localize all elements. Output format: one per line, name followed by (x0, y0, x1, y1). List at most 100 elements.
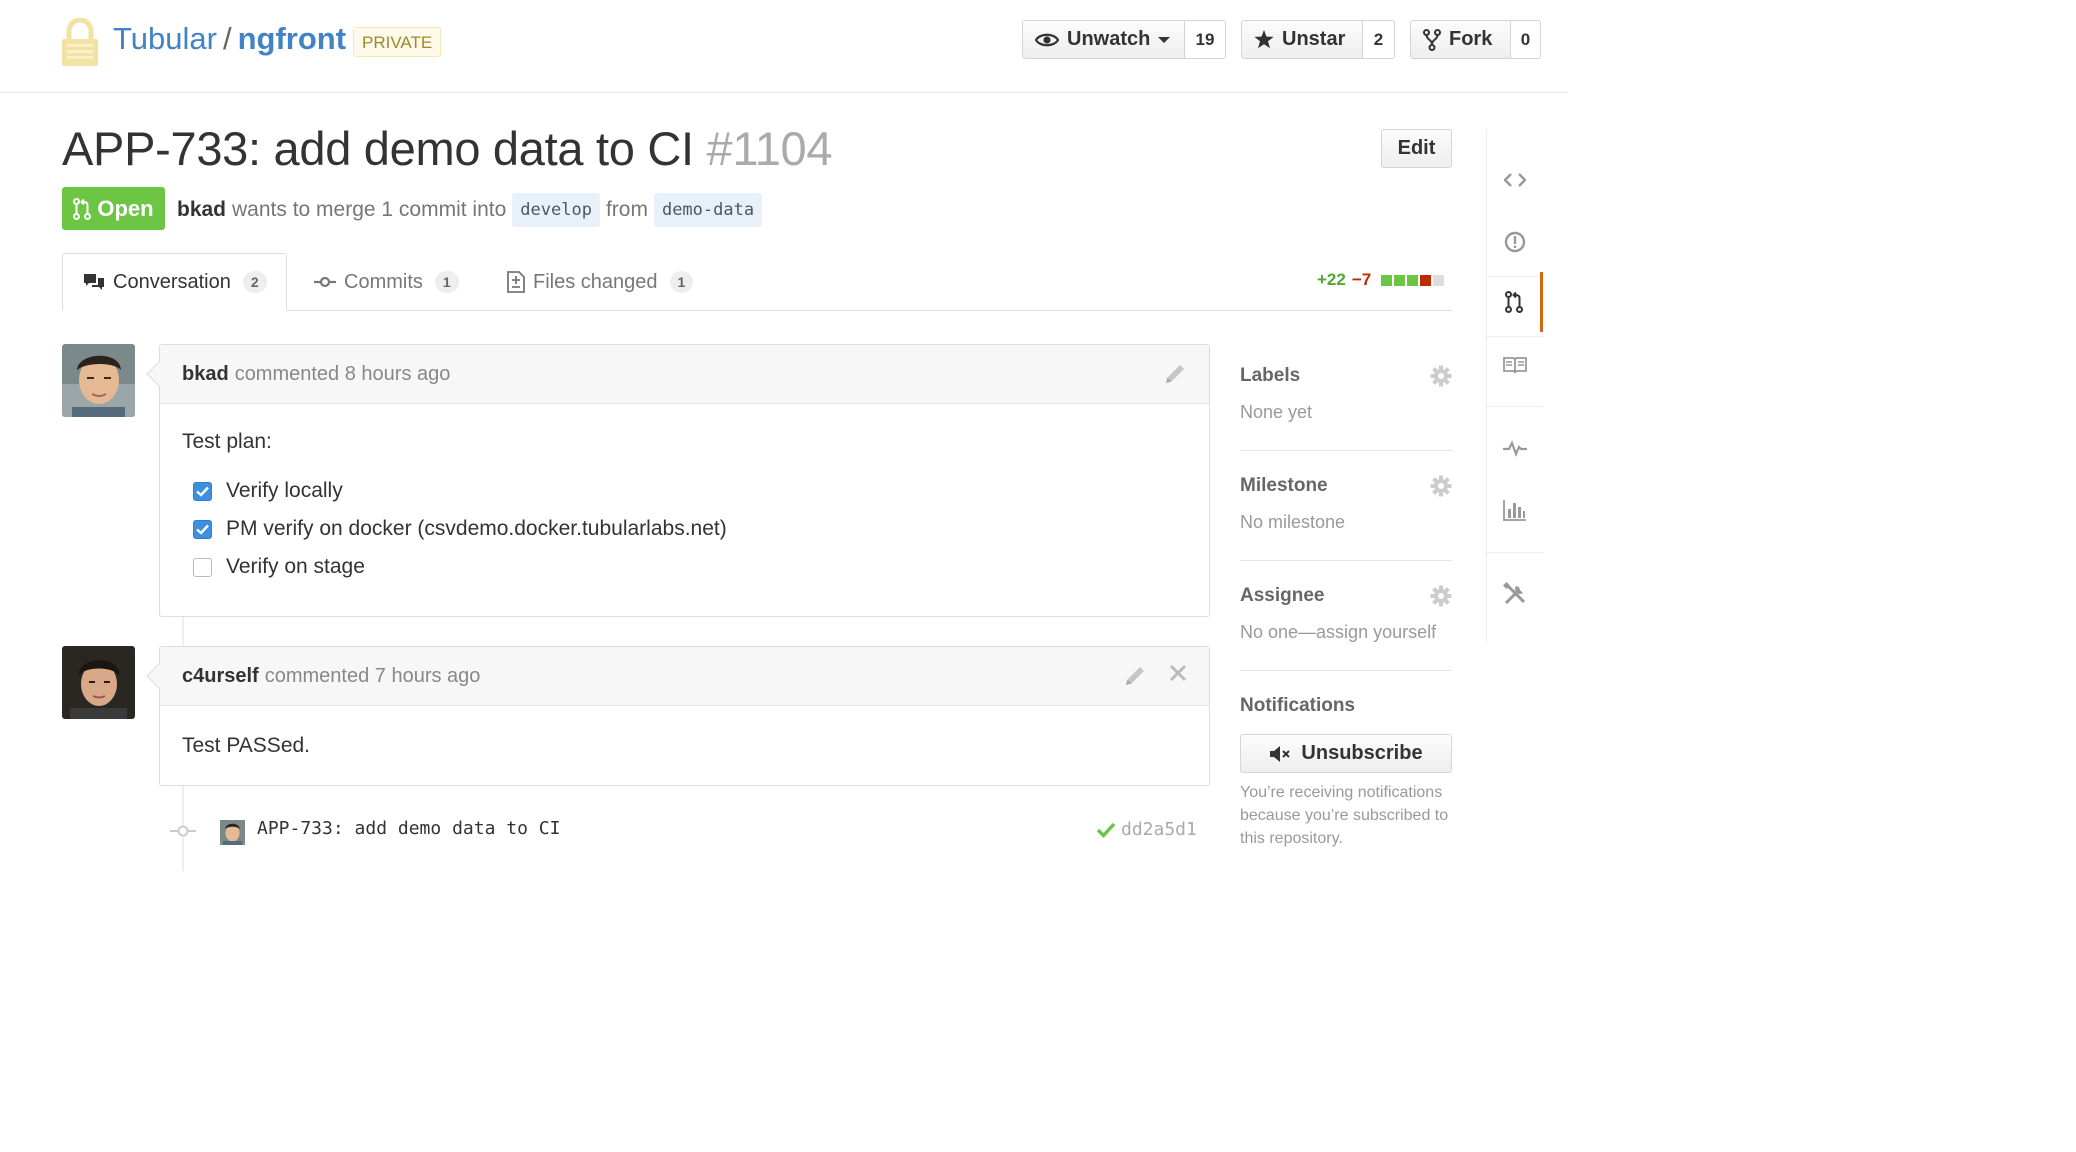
sidebar-notifications: Notifications (1240, 692, 1452, 720)
fork-button[interactable]: Fork (1410, 20, 1511, 59)
sidebar-milestone: Milestone No milestone (1240, 472, 1452, 533)
private-badge: PRIVATE (353, 27, 442, 57)
check-icon[interactable] (1096, 821, 1116, 844)
from-text: from (605, 198, 648, 221)
nav-pulse[interactable] (1487, 418, 1543, 478)
unstar-button[interactable]: Unstar (1241, 20, 1363, 59)
tab-conversation[interactable]: Conversation 2 (62, 253, 287, 311)
sidebar-labels-value: None yet (1240, 402, 1313, 422)
forks-count[interactable]: 0 (1511, 20, 1541, 59)
pencil-icon[interactable] (1123, 664, 1147, 688)
sidebar-assignee-heading: Assignee (1240, 585, 1325, 606)
tab-files-changed[interactable]: Files changed 1 (507, 253, 694, 311)
unwatch-button[interactable]: Unwatch (1022, 20, 1185, 59)
repo-name-link[interactable]: ngfront (238, 21, 346, 56)
task-checkbox-checked[interactable] (193, 519, 212, 539)
comment-c4urself: c4urself commented 7 hours ago Test PASS… (146, 646, 1210, 786)
avatar-c4urself[interactable] (62, 646, 135, 719)
diffstat-block (1381, 274, 1393, 286)
comment-timestamp[interactable]: commented 8 hours ago (235, 363, 451, 386)
comment-actions (1163, 362, 1187, 386)
commit-icon (314, 276, 336, 288)
task-checkbox-checked[interactable] (193, 481, 212, 501)
comment-author-link[interactable]: bkad (182, 363, 229, 386)
pencil-icon[interactable] (1163, 362, 1187, 386)
comment-timestamp[interactable]: commented 7 hours ago (265, 665, 481, 688)
nav-code[interactable] (1487, 150, 1543, 210)
head-branch[interactable]: demo-data (653, 193, 763, 227)
comment-arrow (146, 663, 172, 689)
star-group: Unstar 2 (1241, 20, 1395, 59)
mute-icon (1269, 745, 1293, 763)
commit-message-link[interactable]: APP-733: add demo data to CI (257, 818, 560, 839)
nav-graphs[interactable] (1487, 480, 1543, 540)
nav-wiki[interactable] (1487, 335, 1543, 395)
diffstat-block (1407, 274, 1419, 286)
eye-icon (1035, 32, 1059, 48)
gear-icon[interactable] (1430, 585, 1452, 607)
state-badge: Open (62, 187, 165, 230)
task-item[interactable]: Verify on stage (182, 548, 1187, 586)
task-label: Verify locally (226, 479, 343, 502)
gear-icon[interactable] (1430, 365, 1452, 387)
comment-body: Test plan: Verify locally PM verify on d… (160, 404, 1209, 606)
state-label: Open (97, 195, 154, 221)
task-item[interactable]: Verify locally (182, 472, 1187, 510)
sidebar-milestone-header[interactable]: Milestone (1240, 472, 1452, 500)
gear-icon[interactable] (1430, 475, 1452, 497)
watchers-count[interactable]: 19 (1185, 20, 1226, 59)
sidebar-labels-header[interactable]: Labels (1240, 362, 1452, 390)
close-icon[interactable] (1169, 664, 1187, 688)
unsubscribe-label: Unsubscribe (1301, 742, 1423, 764)
comment-author-link[interactable]: c4urself (182, 665, 259, 688)
avatar-bkad[interactable] (62, 344, 135, 417)
comment-actions (1123, 664, 1187, 688)
comment-header: c4urself commented 7 hours ago (146, 647, 1209, 706)
diffstat-block (1433, 274, 1445, 286)
sidebar-divider (1240, 450, 1452, 451)
sidebar-assignee-header[interactable]: Assignee (1240, 582, 1452, 610)
task-label: PM verify on docker (csvdemo.docker.tubu… (226, 517, 727, 540)
sidebar-divider (1240, 670, 1452, 671)
wiki-icon (1503, 356, 1527, 374)
edit-button[interactable]: Edit (1381, 129, 1452, 168)
issues-icon (1504, 231, 1526, 253)
repo-owner-link[interactable]: Tubular (113, 21, 217, 56)
comment-discussion-icon (83, 273, 105, 291)
sidebar-notifications-heading: Notifications (1240, 695, 1356, 716)
comment-arrow (146, 361, 172, 387)
pr-number: #1104 (706, 122, 833, 175)
nav-settings[interactable] (1487, 564, 1543, 624)
diffstat[interactable]: +22 −7 (1317, 270, 1445, 290)
tab-commits-label: Commits (344, 270, 423, 293)
nav-divider (1487, 406, 1543, 407)
diffstat-blocks (1381, 274, 1445, 286)
nav-issues[interactable] (1487, 212, 1543, 272)
pr-title: APP-733: add demo data to CI #1104 (62, 120, 833, 178)
caret-down-icon (1158, 36, 1171, 44)
lock-icon (60, 17, 100, 68)
fork-group: Fork 0 (1410, 20, 1541, 59)
task-checkbox-unchecked[interactable] (193, 557, 212, 577)
base-branch[interactable]: develop (512, 193, 600, 227)
star-icon (1254, 30, 1274, 49)
unstar-label: Unstar (1282, 28, 1346, 50)
comment-text: Test plan: (182, 430, 272, 453)
merge-text: wants to merge 1 commit into (232, 198, 507, 221)
comment-body: Test PASSed. (182, 734, 311, 757)
sidebar-assignee: Assignee No one—assign yourself (1240, 582, 1452, 643)
sidebar-labels-heading: Labels (1240, 365, 1301, 386)
tab-files-changed-count: 1 (669, 271, 694, 293)
unsubscribe-button[interactable]: Unsubscribe (1240, 734, 1452, 773)
stars-count[interactable]: 2 (1363, 20, 1395, 59)
assign-yourself-link[interactable]: No one—assign yourself (1240, 622, 1452, 643)
pr-author-link[interactable]: bkad (177, 194, 226, 226)
unwatch-label: Unwatch (1067, 28, 1151, 50)
commit-sha-link[interactable]: dd2a5d1 (1121, 819, 1197, 840)
task-item[interactable]: PM verify on docker (csvdemo.docker.tubu… (182, 510, 1187, 548)
nav-pull-requests[interactable] (1487, 272, 1543, 332)
sidebar-notifications-header: Notifications (1240, 692, 1452, 720)
commit-author-avatar[interactable] (220, 820, 245, 845)
tab-commits[interactable]: Commits 1 (314, 253, 459, 311)
tab-conversation-label: Conversation (113, 270, 231, 293)
